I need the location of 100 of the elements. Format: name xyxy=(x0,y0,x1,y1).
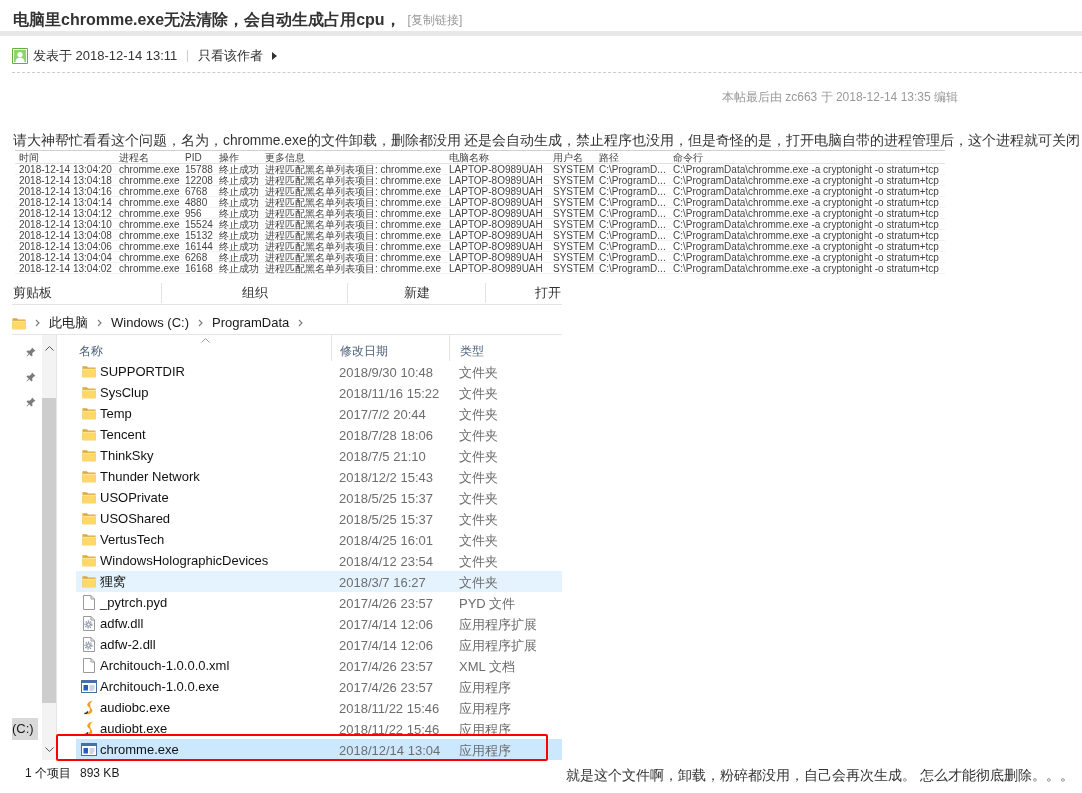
file-name: audiobc.exe xyxy=(100,698,171,717)
log-cell: 进程匹配黑名单列表项目: chromme.exe xyxy=(265,229,442,241)
file-type: 应用程序 xyxy=(459,742,511,758)
log-cell: chromme.exe xyxy=(119,163,180,175)
log-cell: C:\ProgramData\chromme.exe -a cryptonight -o stratum+tcp xyxy=(673,240,939,252)
log-cell: LAPTOP-8O989UAH xyxy=(449,218,543,230)
log-column-header: 操作 xyxy=(219,151,239,163)
file-type: 文件夹 xyxy=(459,448,498,464)
log-cell: C:\ProgramData\chromme.exe -a cryptonight -o stratum+tcp xyxy=(673,207,939,219)
pushpin-icon xyxy=(26,347,36,359)
chevron-right-icon xyxy=(298,319,304,327)
file-name: SysClup xyxy=(100,383,149,402)
ribbon-group-label: 剪贴板 xyxy=(13,284,52,303)
file-name: USOShared xyxy=(100,509,171,528)
log-cell: C:\ProgramData\chromme.exe -a cryptonight -o stratum+tcp xyxy=(673,185,939,197)
file-date: 2018/11/16 15:22 xyxy=(339,385,440,401)
log-cell: C:\ProgramData\chromme.exe -a cryptonight -o stratum+tcp xyxy=(673,163,939,175)
file-type: 文件夹 xyxy=(459,469,498,485)
log-cell: chromme.exe xyxy=(119,196,180,208)
column-header: 名称 xyxy=(79,343,103,359)
chevron-up-icon xyxy=(44,346,54,351)
file-type: 文件夹 xyxy=(459,364,498,380)
log-cell: 终止成功 xyxy=(219,218,259,230)
file-type: 文件夹 xyxy=(459,553,498,569)
log-cell: 进程匹配黑名单列表项目: chromme.exe xyxy=(265,218,442,230)
log-cell: 进程匹配黑名单列表项目: chromme.exe xyxy=(265,196,442,208)
log-cell: C:\ProgramD... xyxy=(599,240,666,252)
app-window-icon xyxy=(81,743,97,756)
folder-icon xyxy=(12,316,26,330)
folder-icon xyxy=(82,449,96,462)
log-cell: C:\ProgramD... xyxy=(599,163,666,175)
log-cell: C:\ProgramD... xyxy=(599,229,666,241)
file-type: 应用程序扩展 xyxy=(459,616,537,632)
log-cell: 进程匹配黑名单列表项目: chromme.exe xyxy=(265,262,442,274)
file-date: 2018/7/5 21:10 xyxy=(339,448,426,464)
log-cell: LAPTOP-8O989UAH xyxy=(449,251,543,263)
file-type: PYD 文件 xyxy=(459,595,516,611)
log-cell: 终止成功 xyxy=(219,185,259,197)
file-type: 应用程序扩展 xyxy=(459,637,537,653)
file-date: 2018/3/7 16:27 xyxy=(339,574,426,590)
log-cell: 终止成功 xyxy=(219,262,259,274)
log-cell: chromme.exe xyxy=(119,174,180,186)
file-name: adfw.dll xyxy=(100,614,144,633)
log-cell: 2018-12-14 13:04:14 xyxy=(19,196,112,208)
folder-icon xyxy=(82,428,96,441)
log-column-header: 路径 xyxy=(599,151,619,163)
log-cell: LAPTOP-8O989UAH xyxy=(449,229,543,241)
log-cell: chromme.exe xyxy=(119,207,180,219)
file-date: 2017/4/26 23:57 xyxy=(339,658,433,674)
file-date: 2018/9/30 10:48 xyxy=(339,364,433,380)
log-cell: 12208 xyxy=(185,174,213,186)
edit-note: 本帖最后由 zc663 于 2018-12-14 13:35 编辑 xyxy=(721,89,958,105)
log-cell: C:\ProgramD... xyxy=(599,251,666,263)
pushpin-icon xyxy=(26,397,36,409)
log-cell: 16168 xyxy=(185,262,213,274)
folder-icon xyxy=(82,470,96,483)
log-cell: LAPTOP-8O989UAH xyxy=(449,185,543,197)
ribbon-group-label: 组织 xyxy=(241,284,268,303)
file-type: 应用程序 xyxy=(459,679,511,695)
log-cell: C:\ProgramD... xyxy=(599,185,666,197)
log-cell: 2018-12-14 13:04:10 xyxy=(19,218,112,230)
log-cell: 进程匹配黑名单列表项目: chromme.exe xyxy=(265,207,442,219)
app-window-icon xyxy=(81,680,97,693)
log-cell: SYSTEM xyxy=(553,185,595,197)
file-type: 应用程序 xyxy=(459,700,511,716)
log-cell: 终止成功 xyxy=(219,251,259,263)
breadcrumb-item: ProgramData xyxy=(212,314,290,333)
log-cell: 6268 xyxy=(185,251,208,263)
column-header: 修改日期 xyxy=(340,343,388,359)
file-name: VertusTech xyxy=(100,530,165,549)
folder-icon xyxy=(82,491,96,504)
post-closing-text: 就是这个文件啊，卸载，粉碎都没用，自己会再次生成。 怎么才能彻底删除。。。 xyxy=(566,766,1074,784)
gear-document-icon xyxy=(83,616,95,631)
log-cell: 956 xyxy=(185,207,202,219)
file-date: 2018/7/28 18:06 xyxy=(339,427,433,443)
file-date: 2017/4/26 23:57 xyxy=(339,595,433,611)
log-cell: 2018-12-14 13:04:06 xyxy=(19,240,112,252)
file-type: XML 文档 xyxy=(459,658,515,674)
log-cell: chromme.exe xyxy=(119,240,180,252)
person-icon xyxy=(12,48,28,64)
post-date: 发表于 2018-12-14 13:11 xyxy=(33,47,178,66)
file-date: 2018/11/22 15:46 xyxy=(339,700,440,716)
log-cell: 进程匹配黑名单列表项目: chromme.exe xyxy=(265,185,442,197)
log-cell: 4880 xyxy=(185,196,208,208)
file-date: 2018/11/22 15:46 xyxy=(339,721,440,737)
breadcrumb-item: 此电脑 xyxy=(49,314,88,333)
file-date: 2017/4/26 23:57 xyxy=(339,679,433,695)
file-name: ThinkSky xyxy=(100,446,154,465)
file-name: WindowsHolographicDevices xyxy=(100,551,269,570)
log-cell: chromme.exe xyxy=(119,218,180,230)
log-cell: 16144 xyxy=(185,240,213,252)
file-type: 文件夹 xyxy=(459,532,498,548)
folder-icon xyxy=(82,575,96,588)
file-date: 2018/4/25 16:01 xyxy=(339,532,433,548)
file-date: 2017/4/14 12:06 xyxy=(339,616,433,632)
log-cell: 6768 xyxy=(185,185,208,197)
log-cell: 2018-12-14 13:04:04 xyxy=(19,251,112,263)
author-only-link[interactable]: 只看该作者 xyxy=(198,46,278,66)
log-cell: C:\ProgramData\chromme.exe -a cryptonight -o stratum+tcp xyxy=(673,218,939,230)
log-cell: 进程匹配黑名单列表项目: chromme.exe xyxy=(265,163,442,175)
